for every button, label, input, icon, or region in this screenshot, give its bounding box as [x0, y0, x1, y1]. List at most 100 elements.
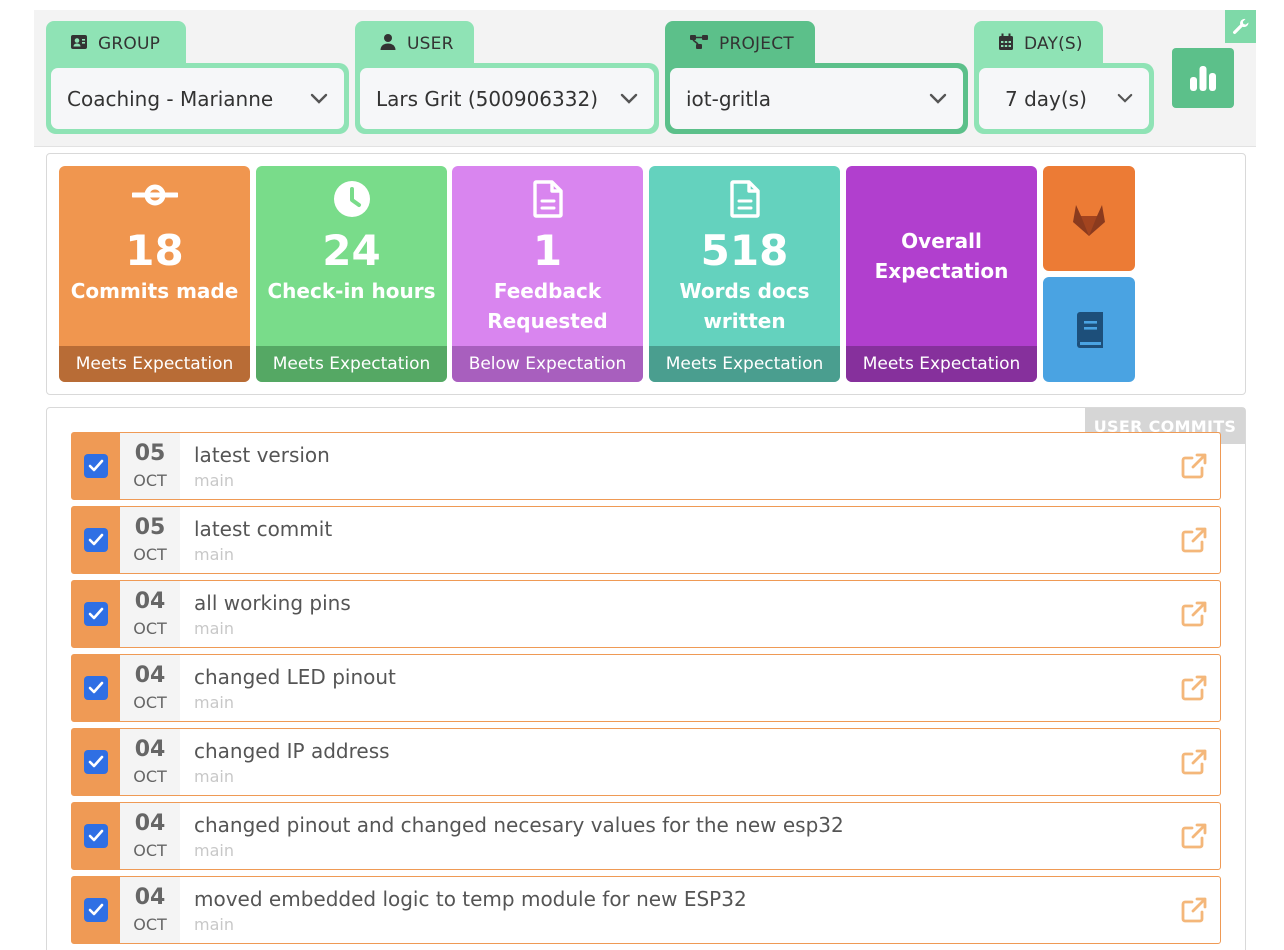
user-select-frame: Lars Grit (500906332): [355, 63, 659, 134]
stat-card-overall[interactable]: Overall Expectation Meets Expectation: [846, 166, 1037, 382]
stat-status: Meets Expectation: [649, 346, 840, 382]
checkmark-icon: [88, 755, 104, 768]
commit-month: OCT: [133, 619, 167, 638]
group-select-value: Coaching - Marianne: [67, 86, 274, 111]
commit-month: OCT: [133, 915, 167, 934]
days-filter-tab: DAY(S): [974, 21, 1103, 67]
commit-row[interactable]: 05 OCT latest version main: [71, 432, 1221, 500]
book-icon: [1077, 311, 1103, 348]
stat-card-words-docs[interactable]: 518 Words docs written Meets Expectation: [649, 166, 840, 382]
project-select-frame: iot-gritla: [665, 63, 968, 134]
wrench-icon: [1232, 18, 1249, 34]
checkmark-icon: [88, 459, 104, 472]
commit-checkbox-cell: [72, 655, 120, 721]
filter-bar: GROUP Coaching - Marianne USER Lars Grit…: [34, 10, 1256, 147]
commit-message: changed LED pinout: [194, 665, 396, 689]
days-filter-label: DAY(S): [1024, 34, 1083, 54]
commit-day: 04: [134, 885, 166, 910]
checkmark-icon: [88, 533, 104, 546]
document-icon: [729, 180, 760, 218]
commit-month: OCT: [133, 545, 167, 564]
stat-label: Commits made: [70, 279, 239, 303]
group-select-frame: Coaching - Marianne: [46, 63, 349, 134]
commit-checkbox[interactable]: [84, 676, 108, 700]
commit-branch: main: [194, 841, 234, 860]
commit-row[interactable]: 04 OCT all working pins main: [71, 580, 1221, 648]
external-link-icon[interactable]: [1180, 748, 1208, 776]
checkmark-icon: [88, 607, 104, 620]
chevron-down-icon: [1117, 93, 1133, 103]
chevron-down-icon: [310, 93, 328, 104]
user-filter-tab: USER: [355, 21, 474, 67]
external-link-icon[interactable]: [1180, 674, 1208, 702]
stat-label: Feedback Requested: [487, 279, 608, 333]
gitlab-icon: [1073, 204, 1105, 236]
user-select-value: Lars Grit (500906332): [376, 86, 599, 111]
document-icon: [532, 180, 563, 218]
commit-day: 05: [134, 515, 166, 540]
commit-month: OCT: [133, 841, 167, 860]
commit-date: 05 OCT: [120, 433, 180, 499]
stat-card-checkin-hours[interactable]: 24 Check-in hours Meets Expectation: [256, 166, 447, 382]
project-filter-label: PROJECT: [719, 34, 794, 54]
commit-message: moved embedded logic to temp module for …: [194, 887, 747, 911]
commit-row[interactable]: 04 OCT changed LED pinout main: [71, 654, 1221, 722]
commit-checkbox[interactable]: [84, 750, 108, 774]
commit-checkbox-cell: [72, 729, 120, 795]
external-link-icon[interactable]: [1180, 526, 1208, 554]
commit-message: changed IP address: [194, 739, 390, 763]
commit-date: 04 OCT: [120, 729, 180, 795]
project-filter-tab: PROJECT: [665, 21, 815, 67]
commit-checkbox[interactable]: [84, 898, 108, 922]
commit-row[interactable]: 04 OCT moved embedded logic to temp module…: [71, 876, 1221, 944]
commit-message: changed pinout and changed necesary valu…: [194, 813, 844, 837]
commit-branch: main: [194, 619, 234, 638]
checkmark-icon: [88, 829, 104, 842]
days-select-value: 7 day(s): [1005, 86, 1087, 111]
settings-button[interactable]: [1225, 10, 1256, 43]
commit-checkbox[interactable]: [84, 602, 108, 626]
bar-chart-icon: [1190, 66, 1216, 91]
stat-value: 518: [700, 226, 789, 275]
commit-message: latest commit: [194, 517, 333, 541]
commit-day: 04: [134, 811, 166, 836]
commit-row[interactable]: 04 OCT changed pinout and changed necesary…: [71, 802, 1221, 870]
group-select[interactable]: Coaching - Marianne: [51, 68, 344, 129]
commit-checkbox[interactable]: [84, 824, 108, 848]
stat-status: Meets Expectation: [256, 346, 447, 382]
calendar-icon: [998, 33, 1014, 56]
external-link-icon[interactable]: [1180, 600, 1208, 628]
stat-status: Meets Expectation: [846, 346, 1037, 382]
commit-checkbox[interactable]: [84, 454, 108, 478]
clock-icon: [333, 181, 370, 217]
external-link-icon[interactable]: [1180, 896, 1208, 924]
stat-status: Below Expectation: [452, 346, 643, 382]
commit-icon: [131, 184, 178, 206]
commit-day: 04: [134, 663, 166, 688]
commit-day: 04: [134, 737, 166, 762]
checkmark-icon: [88, 903, 104, 916]
project-select[interactable]: iot-gritla: [670, 68, 963, 129]
gitlab-tile[interactable]: [1043, 166, 1135, 271]
stat-card-feedback[interactable]: 1 Feedback Requested Below Expectation: [452, 166, 643, 382]
commit-checkbox[interactable]: [84, 528, 108, 552]
commit-date: 04 OCT: [120, 803, 180, 869]
external-link-icon[interactable]: [1180, 822, 1208, 850]
project-select-value: iot-gritla: [686, 86, 771, 111]
commits-panel: USER COMMITS 05 OCT latest version main 05 OC…: [46, 407, 1246, 950]
commit-branch: main: [194, 693, 234, 712]
chevron-down-icon: [929, 93, 947, 104]
commit-checkbox-cell: [72, 877, 120, 943]
commit-row[interactable]: 05 OCT latest commit main: [71, 506, 1221, 574]
commit-row[interactable]: 04 OCT changed IP address main: [71, 728, 1221, 796]
commit-month: OCT: [133, 767, 167, 786]
chart-button[interactable]: [1172, 48, 1234, 108]
days-select[interactable]: 7 day(s): [979, 68, 1149, 129]
stat-card-commits[interactable]: 18 Commits made Meets Expectation: [59, 166, 250, 382]
docs-tile[interactable]: [1043, 277, 1135, 382]
commit-date: 04 OCT: [120, 581, 180, 647]
commit-branch: main: [194, 767, 234, 786]
user-filter-label: USER: [407, 34, 454, 54]
external-link-icon[interactable]: [1180, 452, 1208, 480]
user-select[interactable]: Lars Grit (500906332): [360, 68, 654, 129]
